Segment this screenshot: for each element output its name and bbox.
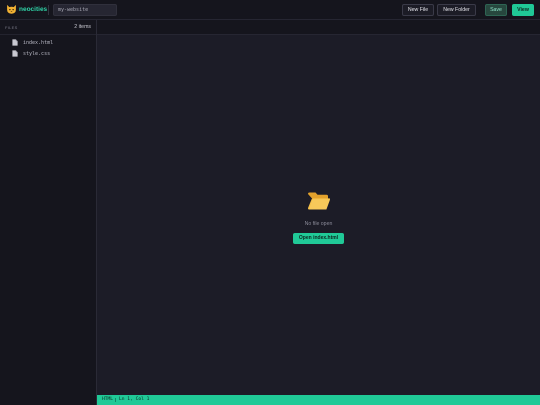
file-name: index.html [23,39,54,46]
sidebar-header: FILES 2 items [0,20,96,35]
app-name: neocities [19,6,48,13]
toolbar-divider [48,5,49,15]
site-name-field[interactable]: my-website [53,4,117,16]
editor-pane: No file open Open index.html [97,20,540,395]
file-name: style.css [23,50,51,57]
file-icon [12,39,18,46]
new-file-button[interactable]: New File [402,4,434,16]
status-divider [115,398,116,402]
open-index-button[interactable]: Open index.html [293,233,344,244]
status-bar: HTML Ln 1, Col 1 [97,395,540,405]
status-language: HTML [102,397,114,402]
files-section-label: FILES [5,25,18,30]
save-button[interactable]: Save [485,4,507,16]
no-file-message: No file open [304,221,333,227]
file-sidebar: FILES 2 items index.html style.css [0,20,97,405]
status-cursor-position: Ln 1, Col 1 [119,397,150,402]
view-button[interactable]: View [512,4,534,16]
file-item-index-html[interactable]: index.html [12,38,53,47]
new-folder-button[interactable]: New Folder [437,4,476,16]
file-icon [12,50,18,57]
file-item-style-css[interactable]: style.css [12,49,50,58]
files-count: 2 items [74,24,91,30]
cat-logo-icon [7,4,16,14]
open-folder-icon [308,192,331,210]
top-toolbar: neocities my-website New File New Folder… [0,0,540,20]
empty-editor-state: No file open Open index.html [97,20,540,395]
